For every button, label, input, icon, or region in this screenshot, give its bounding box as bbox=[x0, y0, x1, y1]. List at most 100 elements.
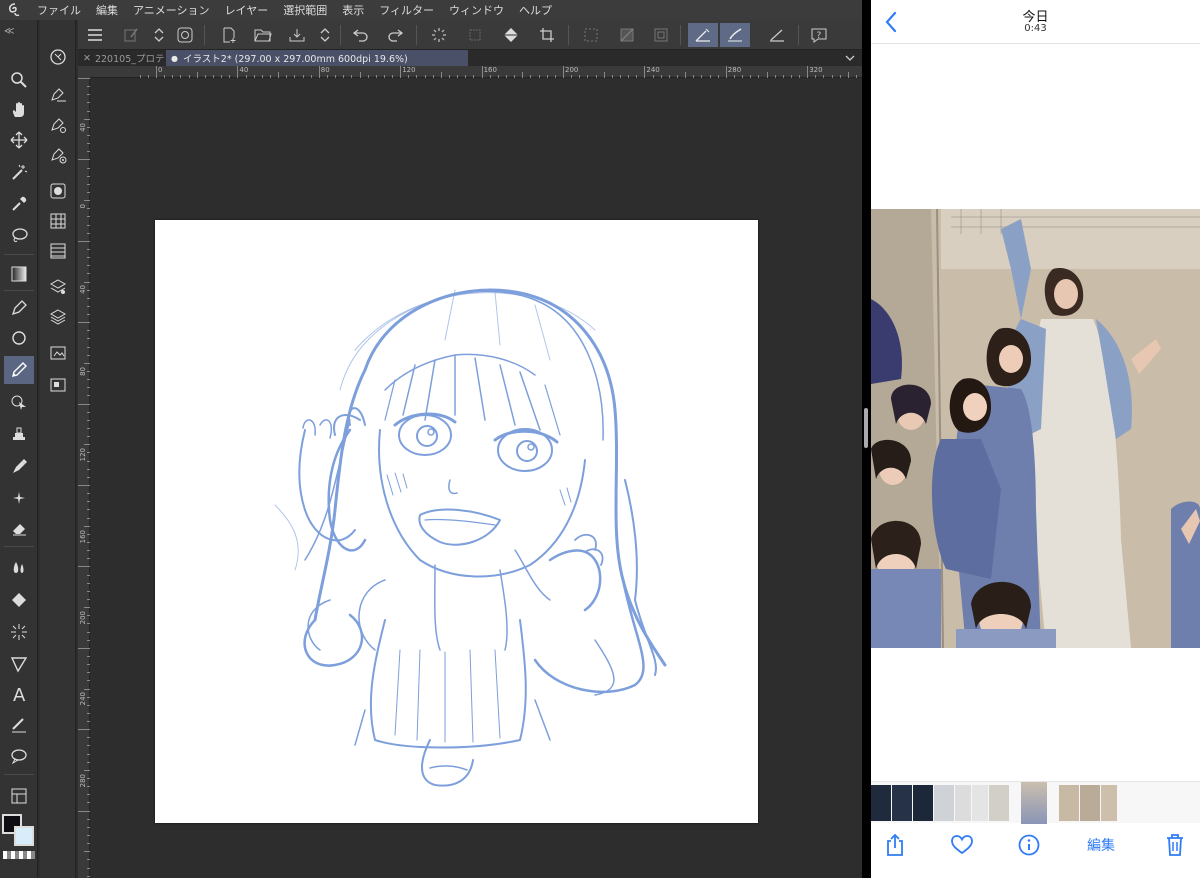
sub-tool-menu-icon[interactable] bbox=[44, 44, 72, 70]
snap-ruler-icon[interactable] bbox=[688, 23, 718, 47]
thumbnail[interactable] bbox=[989, 785, 1009, 821]
updown-arrows-icon[interactable] bbox=[146, 23, 172, 47]
pen-nib-icon[interactable] bbox=[4, 452, 34, 480]
frame-border-icon[interactable] bbox=[4, 650, 34, 678]
ruler-tick bbox=[84, 851, 90, 853]
crop-icon[interactable] bbox=[534, 23, 560, 47]
thumbnail[interactable] bbox=[934, 785, 954, 821]
menu-animation[interactable]: アニメーション bbox=[126, 2, 218, 18]
text-icon[interactable]: A bbox=[4, 680, 34, 708]
ruler-tick bbox=[807, 66, 809, 78]
correction-line-icon[interactable] bbox=[4, 710, 34, 738]
effect-lines-icon[interactable] bbox=[4, 618, 34, 646]
navigator-icon[interactable] bbox=[44, 372, 72, 398]
undo-icon[interactable] bbox=[348, 23, 374, 47]
transparent-swatch[interactable] bbox=[3, 851, 35, 859]
pencil-icon[interactable] bbox=[4, 356, 34, 384]
clear-selection-icon[interactable] bbox=[578, 23, 604, 47]
menu-layer[interactable]: レイヤー bbox=[218, 2, 277, 18]
gradient-icon[interactable] bbox=[4, 260, 34, 288]
stamp-icon[interactable] bbox=[4, 420, 34, 448]
thumbnail[interactable] bbox=[1101, 785, 1117, 821]
selection-border-icon[interactable] bbox=[648, 23, 674, 47]
fill-bucket-icon[interactable] bbox=[498, 23, 524, 47]
layer-property-icon[interactable] bbox=[44, 274, 72, 300]
hand-icon[interactable] bbox=[4, 96, 34, 124]
thumbnail[interactable] bbox=[871, 785, 891, 821]
menu-window[interactable]: ウィンドウ bbox=[442, 2, 512, 18]
thumbnail[interactable] bbox=[892, 785, 912, 821]
transform-grid-icon[interactable] bbox=[462, 23, 488, 47]
invert-selection-icon[interactable] bbox=[614, 23, 640, 47]
thumbnail-selected[interactable] bbox=[1021, 782, 1047, 824]
clip-studio-window: ファイル 編集 アニメーション レイヤー 選択範囲 表示 フィルター ウィンドウ… bbox=[0, 0, 862, 878]
blend-icon[interactable] bbox=[4, 554, 34, 582]
edit-button[interactable]: 編集 bbox=[1081, 832, 1121, 858]
document-tab-inactive[interactable]: ✕ 220105_プロテ bbox=[78, 50, 166, 66]
ruler-layout-icon[interactable] bbox=[4, 782, 34, 810]
layers-icon[interactable] bbox=[44, 304, 72, 330]
split-view-handle[interactable] bbox=[864, 408, 868, 448]
chevron-down-icon[interactable] bbox=[844, 51, 856, 65]
help-icon[interactable]: ? bbox=[806, 23, 832, 47]
trash-icon[interactable] bbox=[1163, 832, 1187, 858]
ruler-tick bbox=[87, 794, 90, 796]
ellipse-icon[interactable] bbox=[4, 324, 34, 352]
menu-file[interactable]: ファイル bbox=[30, 2, 89, 18]
info-icon[interactable] bbox=[1017, 832, 1041, 858]
thumbnail[interactable] bbox=[955, 785, 971, 821]
thumbnail[interactable] bbox=[1080, 785, 1100, 821]
eyedropper-icon[interactable] bbox=[4, 190, 34, 218]
thumbnail[interactable] bbox=[972, 785, 988, 821]
heart-icon[interactable] bbox=[949, 832, 975, 858]
thumbnail[interactable] bbox=[913, 785, 933, 821]
move-icon[interactable] bbox=[4, 126, 34, 154]
color-set-icon[interactable] bbox=[44, 208, 72, 234]
clip-studio-icon[interactable] bbox=[172, 23, 198, 47]
edit-layer-icon[interactable] bbox=[118, 23, 144, 47]
eraser-icon[interactable] bbox=[4, 514, 34, 542]
photo-viewer-image[interactable] bbox=[871, 209, 1200, 648]
menu-selection[interactable]: 選択範囲 bbox=[276, 2, 335, 18]
open-folder-icon[interactable] bbox=[250, 23, 276, 47]
close-tab-icon[interactable]: ✕ bbox=[83, 53, 91, 64]
hamburger-menu-icon[interactable] bbox=[82, 23, 108, 47]
ruler-tick bbox=[87, 753, 90, 755]
pen-icon[interactable] bbox=[4, 294, 34, 322]
loading-spinner-icon[interactable] bbox=[426, 23, 452, 47]
palette-collapse-icon[interactable]: ≪ bbox=[0, 20, 37, 42]
share-icon[interactable] bbox=[883, 832, 907, 858]
sub-tool-brush-size-icon[interactable] bbox=[44, 142, 72, 168]
ruler-tick bbox=[84, 281, 90, 283]
color-history-icon[interactable] bbox=[44, 238, 72, 264]
sub-tool-settings-icon[interactable] bbox=[44, 112, 72, 138]
document-tab-active[interactable]: ● イラスト2* (297.00 x 297.00mm 600dpi 19.6%… bbox=[166, 50, 468, 66]
color-wheel-icon[interactable] bbox=[44, 178, 72, 204]
drawing-canvas[interactable] bbox=[155, 220, 758, 823]
updown-arrows-icon[interactable] bbox=[312, 23, 338, 47]
speech-balloon-icon[interactable] bbox=[4, 742, 34, 770]
menu-edit[interactable]: 編集 bbox=[89, 2, 126, 18]
ruler-tick bbox=[87, 379, 90, 381]
menu-help[interactable]: ヘルプ bbox=[512, 2, 560, 18]
snap-brush-icon[interactable] bbox=[720, 23, 750, 47]
snap-grid-icon[interactable] bbox=[764, 23, 790, 47]
fill-icon[interactable] bbox=[4, 586, 34, 614]
sub-color-swatch[interactable] bbox=[14, 826, 34, 846]
material-icon[interactable] bbox=[44, 340, 72, 366]
redo-icon[interactable] bbox=[382, 23, 408, 47]
thumbnail[interactable] bbox=[1059, 785, 1079, 821]
save-icon[interactable] bbox=[284, 23, 310, 47]
new-file-icon[interactable] bbox=[216, 23, 242, 47]
menu-filter[interactable]: フィルター bbox=[372, 2, 442, 18]
lasso-icon[interactable] bbox=[4, 222, 34, 250]
magic-wand-icon[interactable] bbox=[4, 158, 34, 186]
canvas-area[interactable] bbox=[91, 79, 862, 878]
thumbnail-strip[interactable] bbox=[871, 781, 1200, 824]
menu-view[interactable]: 表示 bbox=[335, 2, 372, 18]
zoom-icon[interactable] bbox=[4, 66, 34, 94]
sparkle-icon[interactable] bbox=[4, 484, 34, 512]
object-select-icon[interactable] bbox=[4, 388, 34, 416]
sub-tool-pencil-icon[interactable] bbox=[44, 82, 72, 108]
app-logo-icon[interactable] bbox=[0, 0, 30, 20]
